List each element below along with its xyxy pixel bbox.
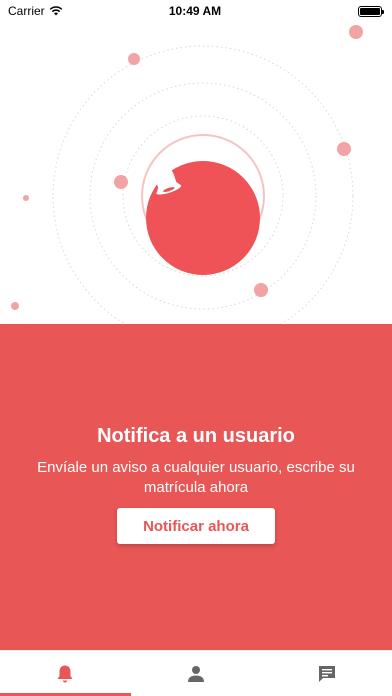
battery-fill [360, 7, 380, 15]
status-bar: Carrier 10:49 AM [0, 0, 392, 22]
notify-panel: Notifica a un usuario Envíale un aviso a… [0, 324, 392, 650]
person-icon [188, 665, 204, 682]
hero-illustration [0, 22, 392, 324]
dot [11, 302, 19, 310]
chat-icon [318, 665, 335, 682]
dot [337, 142, 351, 156]
status-left: Carrier [8, 4, 118, 18]
tab-profile[interactable] [131, 651, 262, 696]
bell-icon [155, 164, 182, 195]
battery-icon [358, 5, 384, 17]
dot [128, 53, 140, 65]
tab-notifications[interactable] [0, 651, 131, 696]
tab-messages[interactable] [261, 651, 392, 696]
status-time: 10:49 AM [168, 4, 222, 18]
bell-icon [57, 665, 73, 682]
wifi-icon [49, 6, 62, 16]
dot [114, 175, 128, 189]
status-right [272, 5, 384, 17]
dot [23, 195, 29, 201]
bell-badge [146, 161, 260, 275]
panel-title: Notifica a un usuario [97, 425, 295, 447]
tab-bar [0, 650, 392, 696]
carrier-label: Carrier [8, 4, 45, 18]
panel-description: Envíale un aviso a cualquier usuario, es… [37, 459, 355, 496]
dot [254, 283, 268, 297]
dot [349, 25, 363, 39]
notify-now-button[interactable]: Notificar ahora [117, 508, 275, 544]
